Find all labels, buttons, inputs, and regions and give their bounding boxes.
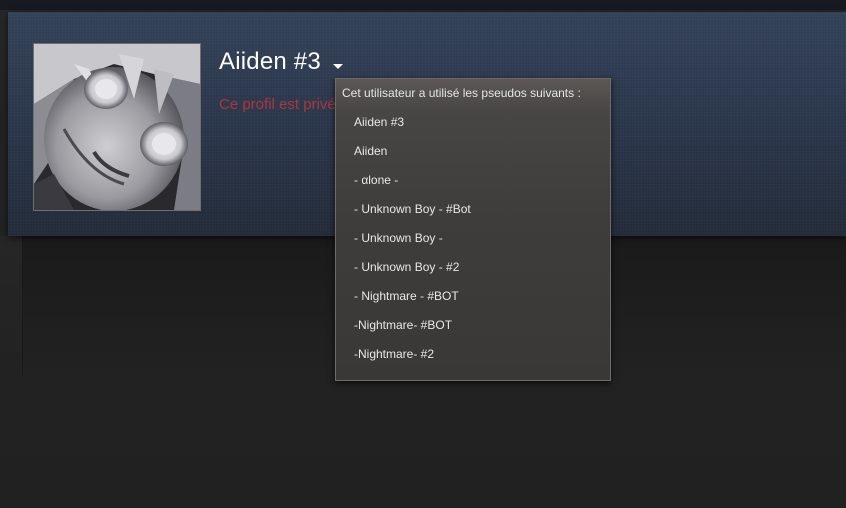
- alias-history-popup: Cet utilisateur a utilisé les pseudos su…: [335, 78, 611, 381]
- alias-item: - αlone -: [354, 173, 399, 187]
- alias-popup-header: Cet utilisateur a utilisé les pseudos su…: [342, 86, 581, 100]
- persona-name: Aiiden #3: [219, 48, 321, 75]
- left-rail: [0, 236, 23, 376]
- alias-item: - Unknown Boy - #Bot: [354, 202, 471, 216]
- alias-item: - Nightmare - #BOT: [354, 289, 459, 303]
- avatar[interactable]: [33, 43, 201, 211]
- alias-item: -Nightmare- #2: [354, 347, 435, 361]
- top-bar: [0, 0, 846, 10]
- alias-item: Aiiden #3: [354, 115, 405, 129]
- alias-item: - Unknown Boy -: [354, 231, 443, 245]
- chevron-down-icon[interactable]: [333, 64, 343, 69]
- alias-item: Aiiden: [354, 144, 388, 158]
- alias-item: - Unknown Boy - #2: [354, 260, 460, 274]
- avatar-image: [34, 44, 200, 210]
- private-profile-notice: Ce profil est privé.: [219, 96, 340, 113]
- alias-item: -Nightmare- #BOT: [354, 318, 453, 332]
- alias-list: Aiiden #3 Aiiden - αlone - - Unknown Boy…: [336, 108, 610, 369]
